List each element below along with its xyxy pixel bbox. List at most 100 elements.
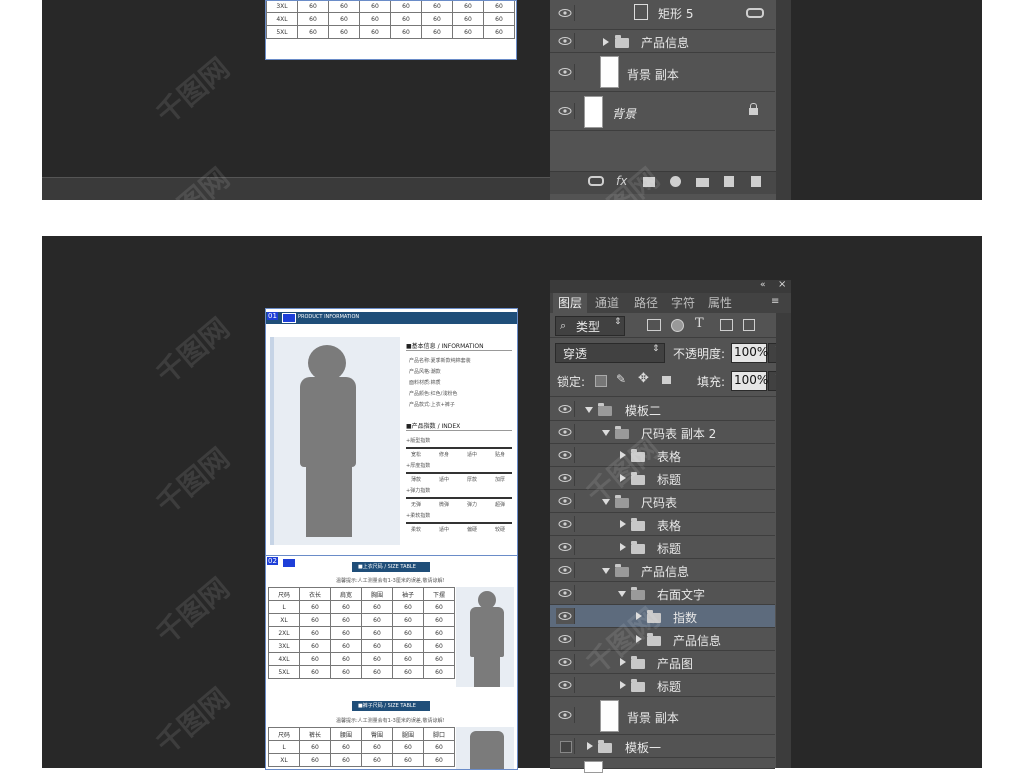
- layer-row-size-chart[interactable]: 尺码表: [550, 490, 775, 513]
- table-cell: 60: [361, 652, 393, 666]
- folder-icon: [631, 541, 645, 554]
- layer-row-bg-copy[interactable]: 背景 副本: [550, 53, 775, 92]
- filter-adjustment-icon[interactable]: [671, 319, 684, 332]
- layer-row-title[interactable]: 标题: [550, 536, 775, 559]
- layer-row-index-selected[interactable]: 指数: [550, 605, 775, 628]
- layer-row-table[interactable]: 表格: [550, 513, 775, 536]
- expand-arrow-icon[interactable]: [620, 474, 626, 482]
- folder-icon: [647, 633, 661, 646]
- trash-icon[interactable]: [751, 176, 761, 187]
- visibility-eye-icon[interactable]: [556, 33, 575, 49]
- tab-character[interactable]: 字符: [671, 293, 695, 313]
- layer-row-product-info[interactable]: 产品信息: [550, 559, 775, 582]
- filter-smartobject-icon[interactable]: [743, 319, 755, 331]
- close-panel-icon[interactable]: ×: [778, 279, 786, 290]
- fill-input[interactable]: 100%: [731, 371, 768, 391]
- collapse-arrow-icon[interactable]: [618, 591, 626, 597]
- layer-row-bg[interactable]: 背景: [550, 92, 775, 131]
- opacity-input[interactable]: 100%: [731, 343, 768, 363]
- visibility-eye-icon[interactable]: [556, 585, 575, 601]
- expand-arrow-icon[interactable]: [620, 681, 626, 689]
- expand-arrow-icon[interactable]: [620, 543, 626, 551]
- visibility-eye-icon[interactable]: [556, 401, 575, 417]
- layer-label: 产品图: [657, 657, 694, 671]
- layer-row-bg-copy[interactable]: 背景 副本: [550, 697, 775, 735]
- table-cell: 60: [483, 1, 515, 13]
- visibility-off-icon[interactable]: [556, 738, 575, 754]
- table-row: 3XL 60 60 60 60 60 60 60: [266, 1, 515, 13]
- expand-arrow-icon[interactable]: [636, 635, 642, 643]
- collapse-arrow-icon[interactable]: [602, 568, 610, 574]
- collapse-arrow-icon[interactable]: [602, 430, 610, 436]
- visibility-eye-icon[interactable]: [556, 5, 575, 21]
- filter-kind-dropdown[interactable]: ⌕ 类型 ⇕: [555, 316, 625, 336]
- layer-row-product-info-sub[interactable]: 产品信息: [550, 628, 775, 651]
- filter-shape-icon[interactable]: [720, 319, 733, 331]
- layer-label: 尺码表 副本 2: [641, 427, 717, 441]
- visibility-eye-icon[interactable]: [556, 707, 575, 723]
- table-cell: 60: [452, 12, 484, 26]
- layer-row-product-image[interactable]: 产品图: [550, 651, 775, 674]
- visibility-eye-icon[interactable]: [556, 64, 575, 80]
- layer-row-template-2[interactable]: 模板二: [550, 398, 775, 421]
- visibility-eye-icon[interactable]: [556, 447, 575, 463]
- collapse-arrow-icon[interactable]: [602, 499, 610, 505]
- layer-row-title[interactable]: 标题: [550, 674, 775, 697]
- slice-badge-02[interactable]: 02: [267, 557, 278, 565]
- adjustment-icon[interactable]: [670, 176, 681, 187]
- visibility-eye-icon[interactable]: [556, 470, 575, 486]
- layer-row-rect5[interactable]: 矩形 5: [550, 0, 775, 30]
- fx-icon[interactable]: fx: [616, 174, 627, 188]
- layer-row-size-chart-copy[interactable]: 尺码表 副本 2: [550, 421, 775, 444]
- tab-paths[interactable]: 路径: [634, 293, 658, 313]
- tab-layers[interactable]: 图层: [553, 293, 588, 313]
- slice-badge-01[interactable]: 01: [267, 312, 278, 320]
- filter-pixel-icon[interactable]: [647, 319, 661, 331]
- link-layers-icon[interactable]: [588, 176, 604, 186]
- panel-dock-header: « ×: [550, 279, 791, 293]
- layer-row-right-text[interactable]: 右面文字: [550, 582, 775, 605]
- layer-row-partial[interactable]: [550, 758, 775, 773]
- expand-arrow-icon[interactable]: [620, 658, 626, 666]
- collapse-arrow-icon[interactable]: [585, 407, 593, 413]
- visibility-eye-icon[interactable]: [556, 631, 575, 647]
- expand-arrow-icon[interactable]: [587, 742, 593, 750]
- visibility-eye-icon[interactable]: [556, 562, 575, 578]
- mask-icon[interactable]: [643, 177, 655, 187]
- lock-image-icon[interactable]: ✎: [616, 372, 626, 386]
- tab-channels[interactable]: 通道: [595, 293, 619, 313]
- visibility-eye-icon[interactable]: [556, 539, 575, 555]
- visibility-eye-icon[interactable]: [556, 608, 575, 624]
- lock-transparency-icon[interactable]: [595, 375, 607, 387]
- tab-properties[interactable]: 属性: [708, 293, 732, 313]
- top-panel-scrollbar[interactable]: [776, 0, 791, 200]
- lock-all-icon[interactable]: [662, 376, 671, 384]
- expand-arrow-icon[interactable]: [603, 38, 609, 46]
- layer-row-table[interactable]: 表格: [550, 444, 775, 467]
- layer-row-template-1[interactable]: 模板一: [550, 735, 775, 758]
- layers-scrollbar[interactable]: [776, 313, 791, 768]
- visibility-eye-icon[interactable]: [556, 516, 575, 532]
- new-layer-icon[interactable]: [724, 176, 734, 187]
- lock-position-icon[interactable]: ✥: [638, 371, 649, 386]
- layer-row-title[interactable]: 标题: [550, 467, 775, 490]
- blend-mode-dropdown[interactable]: 穿透 ⇕: [555, 343, 665, 363]
- new-group-icon[interactable]: [696, 178, 709, 187]
- visibility-eye-icon[interactable]: [556, 424, 575, 440]
- expand-arrow-icon[interactable]: [620, 520, 626, 528]
- visibility-eye-icon[interactable]: [556, 654, 575, 670]
- model-silhouette: [470, 731, 504, 769]
- expand-arrow-icon[interactable]: [620, 451, 626, 459]
- table-cell: 60: [297, 25, 329, 39]
- collapse-panel-icon[interactable]: «: [760, 280, 766, 290]
- index-tick: 贴身: [495, 452, 506, 458]
- visibility-eye-icon[interactable]: [556, 493, 575, 509]
- filter-type-icon[interactable]: T: [695, 316, 704, 331]
- folder-icon: [615, 35, 629, 48]
- visibility-eye-icon[interactable]: [556, 677, 575, 693]
- lock-icon: [749, 108, 758, 115]
- layer-row-product-info[interactable]: 产品信息: [550, 30, 775, 53]
- visibility-eye-icon[interactable]: [556, 103, 575, 119]
- expand-arrow-icon[interactable]: [636, 612, 642, 620]
- panel-menu-icon[interactable]: ≡: [771, 296, 779, 307]
